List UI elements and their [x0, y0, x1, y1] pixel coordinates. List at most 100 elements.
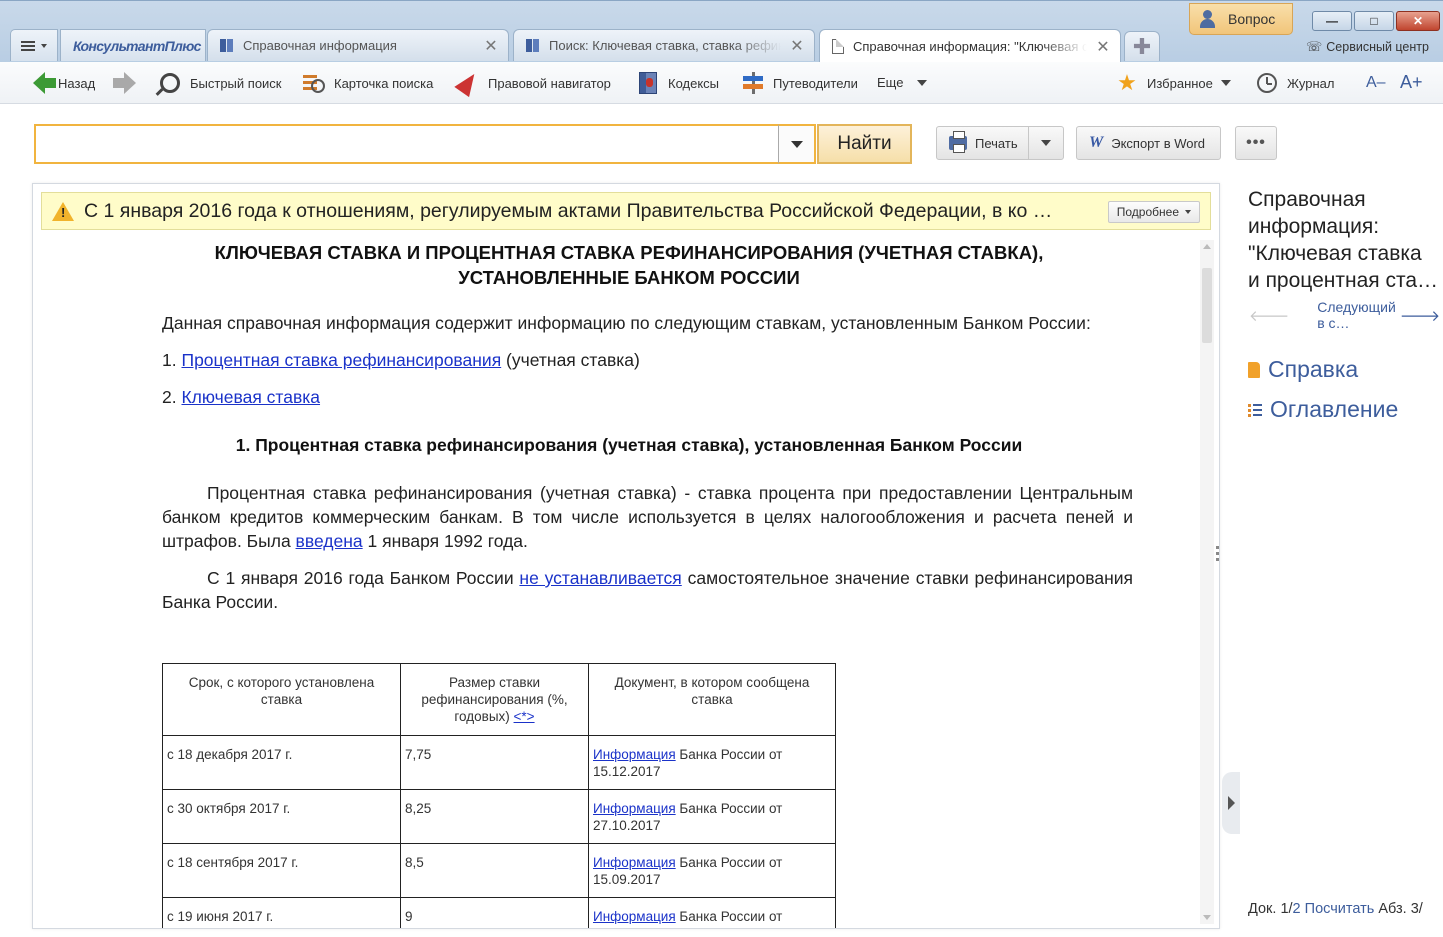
favorites-button[interactable]: ★ Избранное — [1115, 70, 1231, 95]
document-cell: Информация Банка России от — [588, 897, 836, 928]
back-button[interactable]: Назад — [22, 71, 95, 95]
rate-cell: 7,75 — [400, 735, 589, 790]
date-cell: с 30 октября 2017 г. — [162, 789, 401, 844]
question-button[interactable]: Вопрос — [1189, 3, 1293, 35]
doc-total-link[interactable]: 2 — [1293, 901, 1301, 917]
information-link[interactable]: Информация — [593, 801, 676, 816]
minimize-button[interactable]: — — [1312, 11, 1352, 31]
print-button-group: Печать — [936, 126, 1064, 160]
count-link[interactable]: Посчитать — [1305, 901, 1375, 917]
legal-navigator-button[interactable]: Правовой навигатор — [454, 68, 611, 98]
back-label: Назад — [58, 75, 96, 91]
document-body: КЛЮЧЕВАЯ СТАВКА И ПРОЦЕНТНАЯ СТАВКА РЕФИ… — [162, 240, 1133, 614]
next-document-link[interactable]: Следующий в с… — [1317, 299, 1396, 331]
scroll-thumb[interactable] — [1202, 268, 1212, 343]
help-label: Справка — [1268, 356, 1359, 382]
logo-tab[interactable]: КонсультантПлюс — [60, 29, 206, 61]
search-card-button[interactable]: Карточка поиска — [302, 71, 433, 95]
tab-title: Справочная информация: "Ключевая ставка — [853, 39, 1087, 54]
collapse-panel-button[interactable] — [1222, 772, 1240, 834]
p1-tail: 1 января 1992 года. — [362, 531, 528, 551]
new-tab-button[interactable]: ✚ — [1124, 31, 1160, 61]
close-icon[interactable]: ✕ — [1096, 37, 1110, 57]
find-button[interactable]: Найти — [817, 124, 912, 164]
refinancing-rate-table: Срок, с которого установлена ставка Разм… — [162, 663, 836, 928]
signpost-icon — [742, 72, 764, 94]
information-link[interactable]: Информация — [593, 855, 676, 870]
more-actions-button[interactable]: ••• — [1235, 126, 1277, 160]
date-cell: с 18 сентября 2017 г. — [162, 843, 401, 898]
close-icon[interactable]: ✕ — [790, 36, 804, 56]
previous-arrow-icon[interactable]: 🡐 — [1249, 306, 1289, 325]
tab-bar: КонсультантПлюс Справочная информация ✕ … — [0, 0, 1443, 64]
export-word-button[interactable]: W Экспорт в Word — [1076, 126, 1221, 160]
help-link[interactable]: Справка — [1248, 356, 1358, 383]
list-number: 2. — [162, 387, 177, 407]
window-controls: — □ ✕ — [1312, 11, 1440, 31]
plus-icon: ✚ — [1132, 33, 1152, 59]
column-header: Документ, в котором сообщена ставка — [588, 663, 836, 736]
document-cell: Информация Банка России от 15.12.2017 — [588, 735, 836, 790]
word-icon: W — [1089, 134, 1104, 151]
close-window-button[interactable]: ✕ — [1396, 11, 1440, 31]
table-header-row: Срок, с которого установлена ставка Разм… — [162, 663, 836, 736]
guides-button[interactable]: Путеводители — [741, 71, 858, 95]
footnote-link[interactable]: <*> — [514, 709, 535, 724]
title-line-1: КЛЮЧЕВАЯ СТАВКА И ПРОЦЕНТНАЯ СТАВКА РЕФИ… — [214, 242, 1044, 263]
search-card-label: Карточка поиска — [334, 75, 434, 91]
book-icon — [526, 39, 540, 52]
information-link[interactable]: Информация — [593, 747, 676, 762]
chevron-down-icon — [1185, 210, 1191, 214]
tab-title: Справочная информация — [243, 38, 397, 53]
title-line: и процентная ста… — [1248, 269, 1438, 292]
service-center-link[interactable]: ☏ Сервисный центр — [1306, 39, 1429, 55]
chevron-down-icon — [1220, 80, 1231, 86]
definition-paragraph: Процентная ставка рефинансирования (учет… — [162, 481, 1133, 553]
person-question-icon — [1200, 10, 1220, 28]
document-scrollbar[interactable] — [1200, 240, 1214, 924]
column-header: Размер ставки рефинансирования (%, годов… — [400, 663, 589, 736]
key-rate-link[interactable]: Ключевая ставка — [181, 387, 320, 407]
legal-navigator-label: Правовой навигатор — [488, 75, 611, 91]
font-decrease-button[interactable]: A– — [1366, 74, 1386, 92]
title-line: информация: — [1248, 215, 1380, 238]
print-button[interactable]: Печать — [937, 127, 1029, 159]
table-row: с 18 сентября 2017 г. 8,5 Информация Бан… — [162, 843, 836, 898]
more-menu-button[interactable]: Еще — [877, 75, 928, 90]
close-icon[interactable]: ✕ — [484, 36, 498, 56]
forward-button[interactable] — [112, 71, 136, 95]
not-set-link[interactable]: не устанавливается — [519, 568, 681, 588]
document-cell: Информация Банка России от 15.09.2017 — [588, 843, 836, 898]
main-menu-button[interactable] — [10, 29, 58, 61]
information-link[interactable]: Информация — [593, 909, 676, 924]
tab-reference-info[interactable]: Справочная информация ✕ — [207, 29, 509, 61]
scroll-up-icon[interactable] — [1203, 244, 1211, 249]
rate-cell: 9 — [400, 897, 589, 928]
search-input[interactable] — [34, 124, 779, 164]
next-arrow-icon[interactable]: 🡒 — [1400, 306, 1440, 325]
tab-search[interactable]: Поиск: Ключевая ставка, ставка рефинанси… — [513, 29, 815, 61]
font-increase-button[interactable]: A+ — [1400, 72, 1423, 93]
search-history-dropdown[interactable] — [778, 124, 816, 164]
table-row: с 18 декабря 2017 г. 7,75 Информация Бан… — [162, 735, 836, 790]
details-button[interactable]: Подробнее — [1107, 201, 1200, 223]
export-word-label: Экспорт в Word — [1111, 135, 1206, 151]
introduced-link[interactable]: введена — [296, 531, 363, 551]
print-options-dropdown[interactable] — [1029, 140, 1063, 146]
list-number: 1. — [162, 350, 177, 370]
tab-document-active[interactable]: Справочная информация: "Ключевая ставка … — [819, 29, 1121, 63]
doc-navigation: 🡐 Следующий в с… 🡒 — [1249, 299, 1440, 331]
quick-search-button[interactable]: Быстрый поиск — [158, 71, 282, 95]
maximize-button[interactable]: □ — [1354, 11, 1394, 31]
right-panel-title: Справочная информация: "Ключевая ставка … — [1248, 186, 1438, 294]
toc-link[interactable]: Оглавление — [1248, 396, 1398, 423]
refinancing-rate-link[interactable]: Процентная ставка рефинансирования — [181, 350, 501, 370]
notice-text: С 1 января 2016 года к отношениям, регул… — [84, 199, 1053, 222]
table-row: с 19 июня 2017 г. 9 Информация Банка Рос… — [162, 897, 836, 928]
journal-button[interactable]: Журнал — [1255, 71, 1334, 95]
list-rest: (учетная ставка) — [501, 350, 640, 370]
panel-splitter[interactable] — [1216, 546, 1220, 566]
journal-label: Журнал — [1287, 75, 1335, 91]
codes-button[interactable]: Кодексы — [636, 71, 719, 95]
scroll-down-icon[interactable] — [1203, 915, 1211, 920]
